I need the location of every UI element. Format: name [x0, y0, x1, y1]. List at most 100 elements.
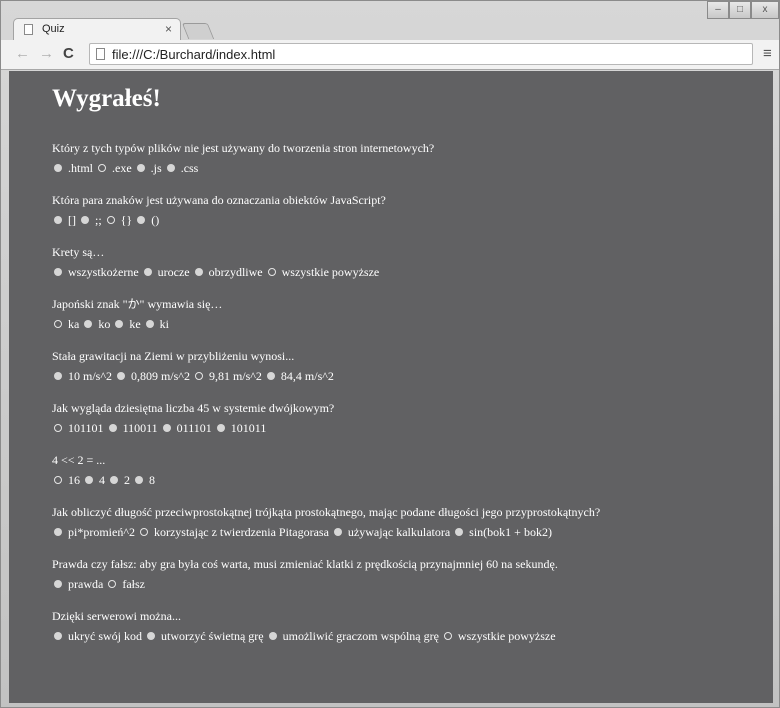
radio-button[interactable] — [143, 268, 152, 276]
minimize-button[interactable]: – — [707, 1, 729, 19]
answer-option[interactable]: ;; — [79, 212, 102, 228]
radio-button[interactable] — [54, 268, 62, 276]
radio-button[interactable] — [136, 164, 145, 172]
answer-option[interactable]: 9,81 m/s^2 — [193, 368, 262, 384]
answer-option[interactable]: [] — [52, 212, 76, 228]
answer-label: 9,81 m/s^2 — [208, 369, 262, 383]
address-bar[interactable]: file:///C:/Burchard/index.html — [89, 43, 753, 65]
radio-button[interactable] — [268, 632, 277, 640]
tab-title: Quiz — [42, 23, 65, 35]
radio-button[interactable] — [54, 580, 62, 588]
radio-selected[interactable] — [98, 164, 107, 172]
radio-button[interactable] — [135, 476, 143, 484]
radio-button[interactable] — [137, 216, 146, 224]
answer-option[interactable]: {} — [105, 212, 132, 228]
answer-option[interactable]: .exe — [96, 160, 132, 176]
question-9: Prawda czy fałsz: aby gra była coś warta… — [52, 557, 558, 592]
answer-option[interactable]: ka — [52, 316, 79, 332]
radio-button[interactable] — [455, 528, 464, 536]
radio-button[interactable] — [81, 216, 89, 224]
radio-button[interactable] — [54, 372, 62, 380]
radio-button[interactable] — [116, 372, 125, 380]
answer-option[interactable]: 8 — [133, 472, 155, 488]
new-tab-button[interactable] — [181, 23, 215, 39]
menu-icon[interactable]: ≡ — [763, 45, 772, 62]
radio-button[interactable] — [194, 268, 203, 276]
answer-option[interactable]: pi*promień^2 — [52, 524, 135, 540]
radio-selected[interactable] — [108, 580, 117, 588]
answer-option[interactable]: korzystając z twierdzenia Pitagorasa — [138, 524, 329, 540]
radio-selected[interactable] — [194, 372, 203, 380]
radio-selected[interactable] — [139, 528, 148, 536]
answer-option[interactable]: 011101 — [161, 420, 212, 436]
radio-button[interactable] — [115, 320, 124, 328]
answer-option[interactable]: 16 — [52, 472, 80, 488]
answer-option[interactable]: 0,809 m/s^2 — [115, 368, 190, 384]
radio-button[interactable] — [333, 528, 342, 536]
radio-button[interactable] — [54, 632, 62, 640]
browser-window: Quiz × – □ x ← → C file:///C:/Burchard/i… — [0, 0, 780, 708]
answer-option[interactable]: obrzydliwe — [193, 264, 263, 280]
radio-button[interactable] — [147, 632, 155, 640]
radio-button[interactable] — [84, 320, 93, 328]
page-content: Wygrałeś! Który z tych typów plików nie … — [9, 71, 773, 703]
question-text: Japoński znak "か" wymawia się… — [52, 297, 223, 311]
radio-button[interactable] — [266, 372, 275, 380]
answer-option[interactable]: wszystkie powyższe — [266, 264, 379, 280]
maximize-button[interactable]: □ — [729, 1, 751, 19]
answer-option[interactable]: ke — [113, 316, 141, 332]
radio-button[interactable] — [166, 164, 175, 172]
answer-option[interactable]: umożliwić graczom wspólną grę — [267, 628, 439, 644]
answer-label: ko — [98, 317, 111, 331]
answer-option[interactable]: 110011 — [107, 420, 158, 436]
radio-button[interactable] — [162, 424, 171, 432]
answer-option[interactable]: 4 — [83, 472, 105, 488]
answer-option[interactable]: .css — [165, 160, 198, 176]
answer-option[interactable]: 10 m/s^2 — [52, 368, 112, 384]
answer-option[interactable]: 2 — [108, 472, 130, 488]
answer-option[interactable]: 101101 — [52, 420, 104, 436]
answer-option[interactable]: .html — [52, 160, 93, 176]
radio-selected[interactable] — [106, 216, 115, 224]
answer-label: ukryć swój kod — [68, 629, 142, 643]
radio-button[interactable] — [54, 528, 62, 536]
answer-label: .html — [68, 161, 94, 175]
answer-label: .js — [150, 161, 162, 175]
answer-option[interactable]: wszystkie powyższe — [442, 628, 556, 644]
address-url[interactable]: file:///C:/Burchard/index.html — [112, 47, 275, 62]
answer-option[interactable]: fałsz — [106, 576, 145, 592]
answer-option[interactable]: ko — [82, 316, 110, 332]
answer-option[interactable]: używając kalkulatora — [332, 524, 450, 540]
radio-button[interactable] — [108, 424, 117, 432]
answer-option[interactable]: wszystkożerne — [52, 264, 139, 280]
radio-button[interactable] — [54, 216, 62, 224]
answer-option[interactable]: ki — [144, 316, 169, 332]
radio-selected[interactable] — [267, 268, 276, 276]
answer-option[interactable]: utworzyć świetną grę — [145, 628, 264, 644]
answer-option[interactable]: ukryć swój kod — [52, 628, 142, 644]
radio-button[interactable] — [54, 164, 62, 172]
answer-option[interactable]: urocze — [142, 264, 190, 280]
question-3: Krety są… wszystkożerne urocze obrzydliwe ws… — [52, 245, 382, 280]
radio-selected[interactable] — [54, 476, 62, 484]
tab-close-icon[interactable]: × — [165, 22, 172, 36]
tab-quiz[interactable]: Quiz × — [13, 18, 181, 41]
radio-selected[interactable] — [443, 632, 452, 640]
radio-selected[interactable] — [54, 320, 62, 328]
back-arrow-icon[interactable]: ← — [15, 45, 30, 62]
close-window-button[interactable]: x — [751, 1, 779, 19]
radio-button[interactable] — [85, 476, 93, 484]
radio-selected[interactable] — [54, 424, 62, 432]
answer-option[interactable]: .js — [135, 160, 162, 176]
question-text: Który z tych typów plików nie jest używa… — [52, 141, 435, 155]
answer-option[interactable]: 84,4 m/s^2 — [265, 368, 334, 384]
answer-option[interactable]: sin(bok1 + bok2) — [453, 524, 552, 540]
radio-button[interactable] — [110, 476, 118, 484]
forward-arrow-icon[interactable]: → — [39, 45, 54, 62]
answer-option[interactable]: () — [135, 212, 159, 228]
answer-option[interactable]: prawda — [52, 576, 103, 592]
radio-button[interactable] — [216, 424, 225, 432]
radio-button[interactable] — [145, 320, 154, 328]
answer-option[interactable]: 101011 — [215, 420, 266, 436]
reload-icon[interactable]: C — [63, 45, 74, 62]
